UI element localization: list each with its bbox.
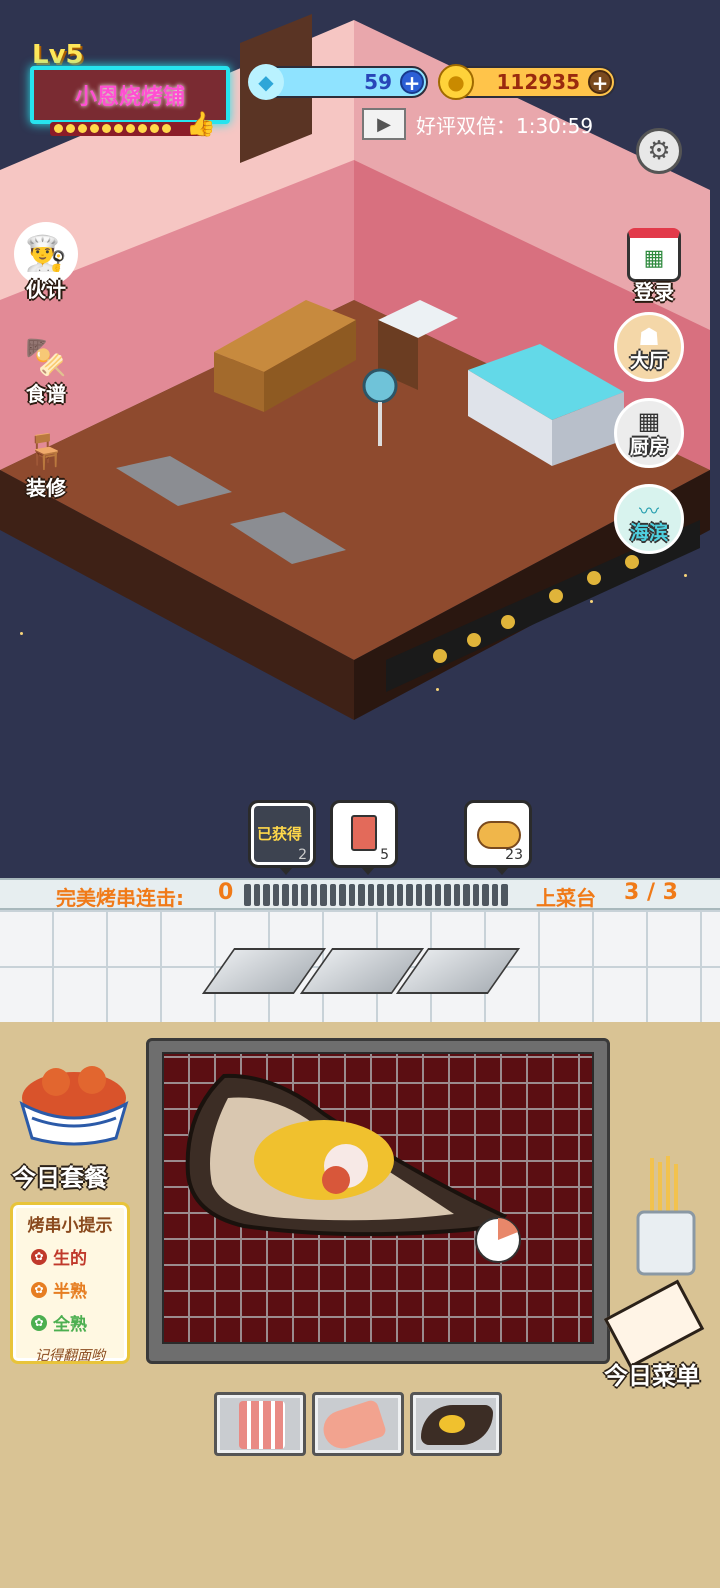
recipes-button[interactable]: 🍢 食谱 — [6, 326, 86, 407]
serving-counter-label: 上菜台 — [536, 886, 596, 910]
bonus-timer-text: 好评双倍：1:30:59 — [416, 113, 594, 138]
tip-medium: ✿ 半熟 — [19, 1277, 121, 1302]
add-coins-button[interactable]: + — [588, 70, 612, 94]
hall-button[interactable]: ☗ 大厅 — [614, 312, 684, 382]
gem-balance: ◆ 59 + — [248, 64, 428, 100]
combo-progress-track — [244, 884, 508, 906]
staff-button[interactable]: 👨‍🍳 伙计 — [6, 222, 86, 303]
add-gems-button[interactable]: + — [400, 70, 424, 94]
login-label: 登录 — [634, 280, 674, 304]
decorate-button[interactable]: 🪑 装修 — [6, 420, 86, 501]
combo-value: 0 — [218, 880, 234, 905]
fries-icon — [636, 1156, 696, 1276]
peanut-icon — [477, 821, 521, 849]
grill-tips-panel: 烤串小提示 ✿ 生的 ✿ 半熟 ✿ 全熟 记得翻面哟 — [10, 1202, 130, 1364]
today-meal-bowl[interactable] — [16, 1042, 132, 1150]
play-video-icon: ▶ — [362, 108, 406, 140]
pork-belly-icon — [239, 1401, 285, 1449]
serving-counter-value: 3 / 3 — [624, 880, 678, 905]
ingredient-pork-belly[interactable] — [214, 1392, 306, 1456]
tip-raw: ✿ 生的 — [19, 1244, 121, 1269]
crab-bowl-icon — [19, 1066, 129, 1146]
grilled-vermicelli-scallop[interactable] — [164, 1054, 594, 1344]
item-count: 2 — [298, 847, 307, 863]
medium-dot-icon: ✿ — [31, 1281, 47, 1298]
done-dot-icon: ✿ — [31, 1314, 47, 1331]
kitchen-button[interactable]: ▦ 厨房 — [614, 398, 684, 468]
drink-item-bubble[interactable]: 5 — [330, 800, 398, 875]
ingredient-scallop[interactable] — [410, 1392, 502, 1456]
today-meal-label: 今日套餐 — [12, 1164, 108, 1192]
fries-cup[interactable] — [636, 1156, 696, 1276]
grill-surface[interactable] — [162, 1052, 594, 1344]
dining-table-icon: ☗ — [638, 323, 660, 351]
obtained-label: 已获得 — [257, 825, 303, 843]
gem-count: 59 — [364, 70, 392, 94]
item-count: 23 — [505, 847, 523, 863]
diamond-icon: ◆ — [248, 64, 284, 100]
raw-dot-icon: ✿ — [31, 1248, 47, 1265]
thumbs-up-icon: 👍 — [186, 110, 216, 138]
calendar-icon: ▦ — [627, 228, 681, 282]
double-rating-bonus[interactable]: ▶ 好评双倍：1:30:59 — [362, 108, 593, 140]
grill-grid-icon: ▦ — [637, 407, 661, 435]
peanut-item-bubble[interactable]: 23 — [464, 800, 532, 875]
recipes-label: 食谱 — [26, 382, 66, 406]
restaurant-scene: Lv5 小恩烧烤铺 👍 ◆ 59 + ● 112935 + ▶ 好评双倍：1:3… — [0, 0, 720, 880]
login-button[interactable]: ▦ 登录 — [614, 228, 694, 305]
can-icon — [351, 815, 377, 851]
tips-title: 烤串小提示 — [27, 1216, 113, 1236]
tips-note: 记得翻面哟 — [35, 1348, 105, 1364]
tip-done: ✿ 全熟 — [19, 1310, 121, 1335]
kitchen-label: 厨房 — [629, 436, 668, 458]
coin-count: 112935 — [496, 70, 581, 94]
today-menu-label[interactable]: 今日菜单 — [604, 1356, 700, 1391]
staff-label: 伙计 — [26, 278, 66, 302]
combo-bar: 完美烤串连击: 0 上菜台 3 / 3 — [0, 878, 720, 910]
coin-balance: ● 112935 + — [438, 64, 616, 100]
shop-name: 小恩烧烤铺 — [74, 85, 185, 110]
settings-gear-icon[interactable]: ⚙ — [636, 128, 682, 174]
item-count: 5 — [380, 847, 389, 863]
combo-label: 完美烤串连击: — [56, 886, 184, 910]
ingredient-chicken-leg[interactable] — [312, 1392, 404, 1456]
coin-icon: ● — [438, 64, 474, 100]
wave-icon: 〰 — [639, 499, 659, 523]
decorate-label: 装修 — [26, 476, 66, 500]
beach-button[interactable]: 〰 海滨 — [614, 484, 684, 554]
obtained-item-bubble[interactable]: 已获得 2 — [248, 800, 316, 875]
chicken-leg-icon — [318, 1398, 388, 1454]
